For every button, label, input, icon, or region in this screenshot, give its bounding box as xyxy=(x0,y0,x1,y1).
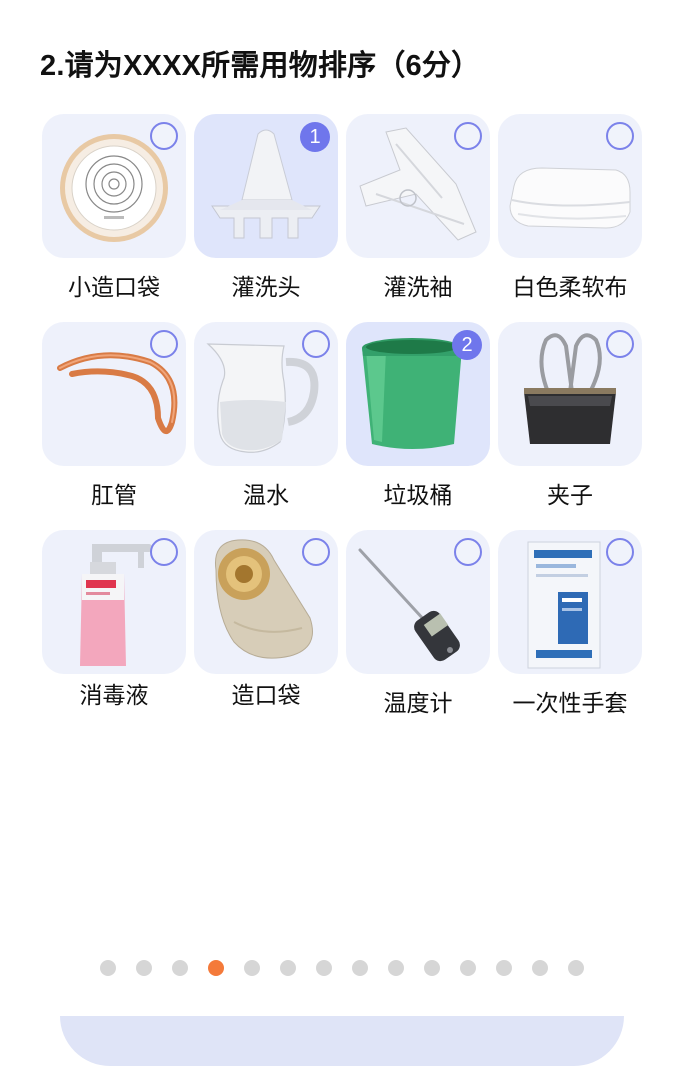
item-label: 一次性手套 xyxy=(512,690,628,716)
pagination-dots xyxy=(100,960,586,976)
select-circle[interactable] xyxy=(606,330,634,358)
item-label: 肛管 xyxy=(91,482,137,508)
item-label: 小造口袋 xyxy=(68,274,160,300)
select-circle[interactable] xyxy=(454,538,482,566)
select-circle[interactable] xyxy=(302,330,330,358)
page-dot[interactable] xyxy=(496,960,512,976)
page-dot[interactable] xyxy=(244,960,260,976)
page-dot[interactable] xyxy=(388,960,404,976)
select-circle[interactable] xyxy=(606,122,634,150)
item-label: 灌洗头 xyxy=(231,274,301,300)
page-dot[interactable] xyxy=(280,960,296,976)
select-circle[interactable] xyxy=(454,122,482,150)
page-dot[interactable] xyxy=(424,960,440,976)
question-title: 2.请为XXXX所需用物排序（6分） xyxy=(40,50,481,82)
select-circle[interactable] xyxy=(606,538,634,566)
item-label: 温度计 xyxy=(383,690,453,716)
item-label: 温水 xyxy=(243,482,289,508)
item-label: 消毒液 xyxy=(79,682,149,708)
page-dot[interactable] xyxy=(136,960,152,976)
page-dot-active[interactable] xyxy=(208,960,224,976)
item-label: 造口袋 xyxy=(231,682,301,708)
order-badge[interactable]: 2 xyxy=(452,330,482,360)
page-dot[interactable] xyxy=(568,960,584,976)
select-circle[interactable] xyxy=(150,538,178,566)
item-label: 灌洗袖 xyxy=(383,274,453,300)
item-label: 白色柔软布 xyxy=(512,274,628,300)
select-circle[interactable] xyxy=(150,122,178,150)
page-dot[interactable] xyxy=(172,960,188,976)
select-circle[interactable] xyxy=(302,538,330,566)
item-label: 垃圾桶 xyxy=(383,482,453,508)
select-circle[interactable] xyxy=(150,330,178,358)
page-dot[interactable] xyxy=(100,960,116,976)
page-dot[interactable] xyxy=(532,960,548,976)
bottom-panel-edge xyxy=(60,1016,624,1066)
page-dot[interactable] xyxy=(352,960,368,976)
page-dot[interactable] xyxy=(460,960,476,976)
page-dot[interactable] xyxy=(316,960,332,976)
item-label: 夹子 xyxy=(547,482,593,508)
order-badge[interactable]: 1 xyxy=(300,122,330,152)
